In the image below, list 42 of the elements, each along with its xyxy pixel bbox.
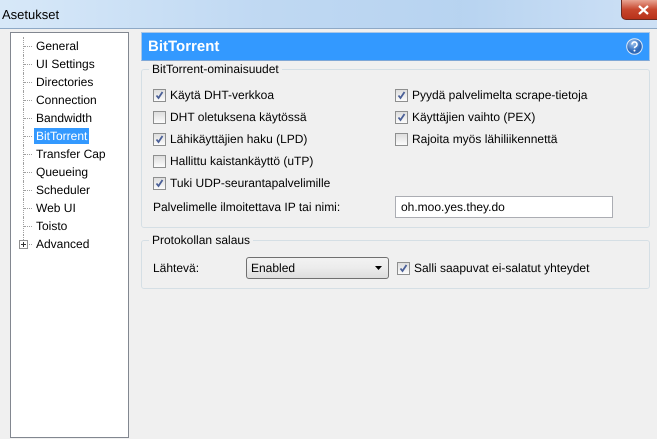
checkbox-label: Tuki UDP-seurantapalvelimille (170, 176, 330, 190)
expand-icon[interactable] (19, 240, 28, 249)
checkbox-label: Pyydä palvelimelta scrape-tietoja (412, 88, 588, 102)
tree-item[interactable]: Bandwidth (34, 110, 94, 126)
checkbox[interactable] (153, 154, 166, 168)
tree-item[interactable]: Web UI (34, 200, 78, 216)
field-label: Palvelimelle ilmoitettava IP tai nimi: (153, 200, 342, 214)
checkbox-label: Käyttäjien vaihto (PEX) (412, 110, 536, 124)
checkbox-label: Hallittu kaistankäyttö (uTP) (170, 154, 314, 168)
checkbox[interactable] (395, 110, 408, 124)
tree-item[interactable]: UI Settings (34, 56, 97, 72)
section-title: BitTorrent (148, 38, 220, 55)
checkbox[interactable] (395, 88, 408, 102)
outgoing-dropdown[interactable]: Enabled (246, 257, 389, 279)
checkbox-label: Rajoita myös lähiliikennettä (412, 132, 558, 146)
window-title: Asetukset (1, 6, 60, 22)
checkbox-label: DHT oletuksena käytössä (170, 110, 307, 124)
tree-item[interactable]: Connection (34, 92, 99, 108)
tree-item[interactable]: Scheduler (34, 182, 92, 198)
ip-input-field[interactable]: oh.moo.yes.they.do (395, 196, 613, 218)
group-title: BitTorrent-ominaisuudet (149, 62, 282, 76)
checkbox[interactable] (153, 132, 166, 146)
checkbox[interactable] (153, 110, 166, 124)
checkbox[interactable] (153, 176, 166, 190)
checkbox-label: Lähikäyttäjien haku (LPD) (170, 132, 308, 146)
field-label: Lähtevä: (153, 261, 200, 275)
checkbox-label: Salli saapuvat ei-salatut yhteydet (414, 261, 590, 275)
tree-item[interactable]: Toisto (34, 218, 70, 234)
checkbox[interactable] (153, 88, 166, 102)
tree-item[interactable]: Queueing (34, 164, 90, 180)
tree-item[interactable]: General (34, 38, 81, 54)
help-icon[interactable] (626, 38, 643, 55)
checkbox[interactable] (395, 132, 408, 146)
tree-item[interactable]: Transfer Cap (34, 146, 108, 162)
group-title: Protokollan salaus (149, 233, 254, 247)
checkbox-label: Käytä DHT-verkkoa (170, 88, 274, 102)
tree-item[interactable]: Advanced (34, 236, 92, 252)
caret-icon (375, 266, 382, 270)
close-button[interactable] (621, 0, 657, 20)
close-icon (638, 4, 648, 14)
tree-item[interactable]: Directories (34, 74, 96, 90)
checkbox[interactable] (397, 262, 410, 274)
